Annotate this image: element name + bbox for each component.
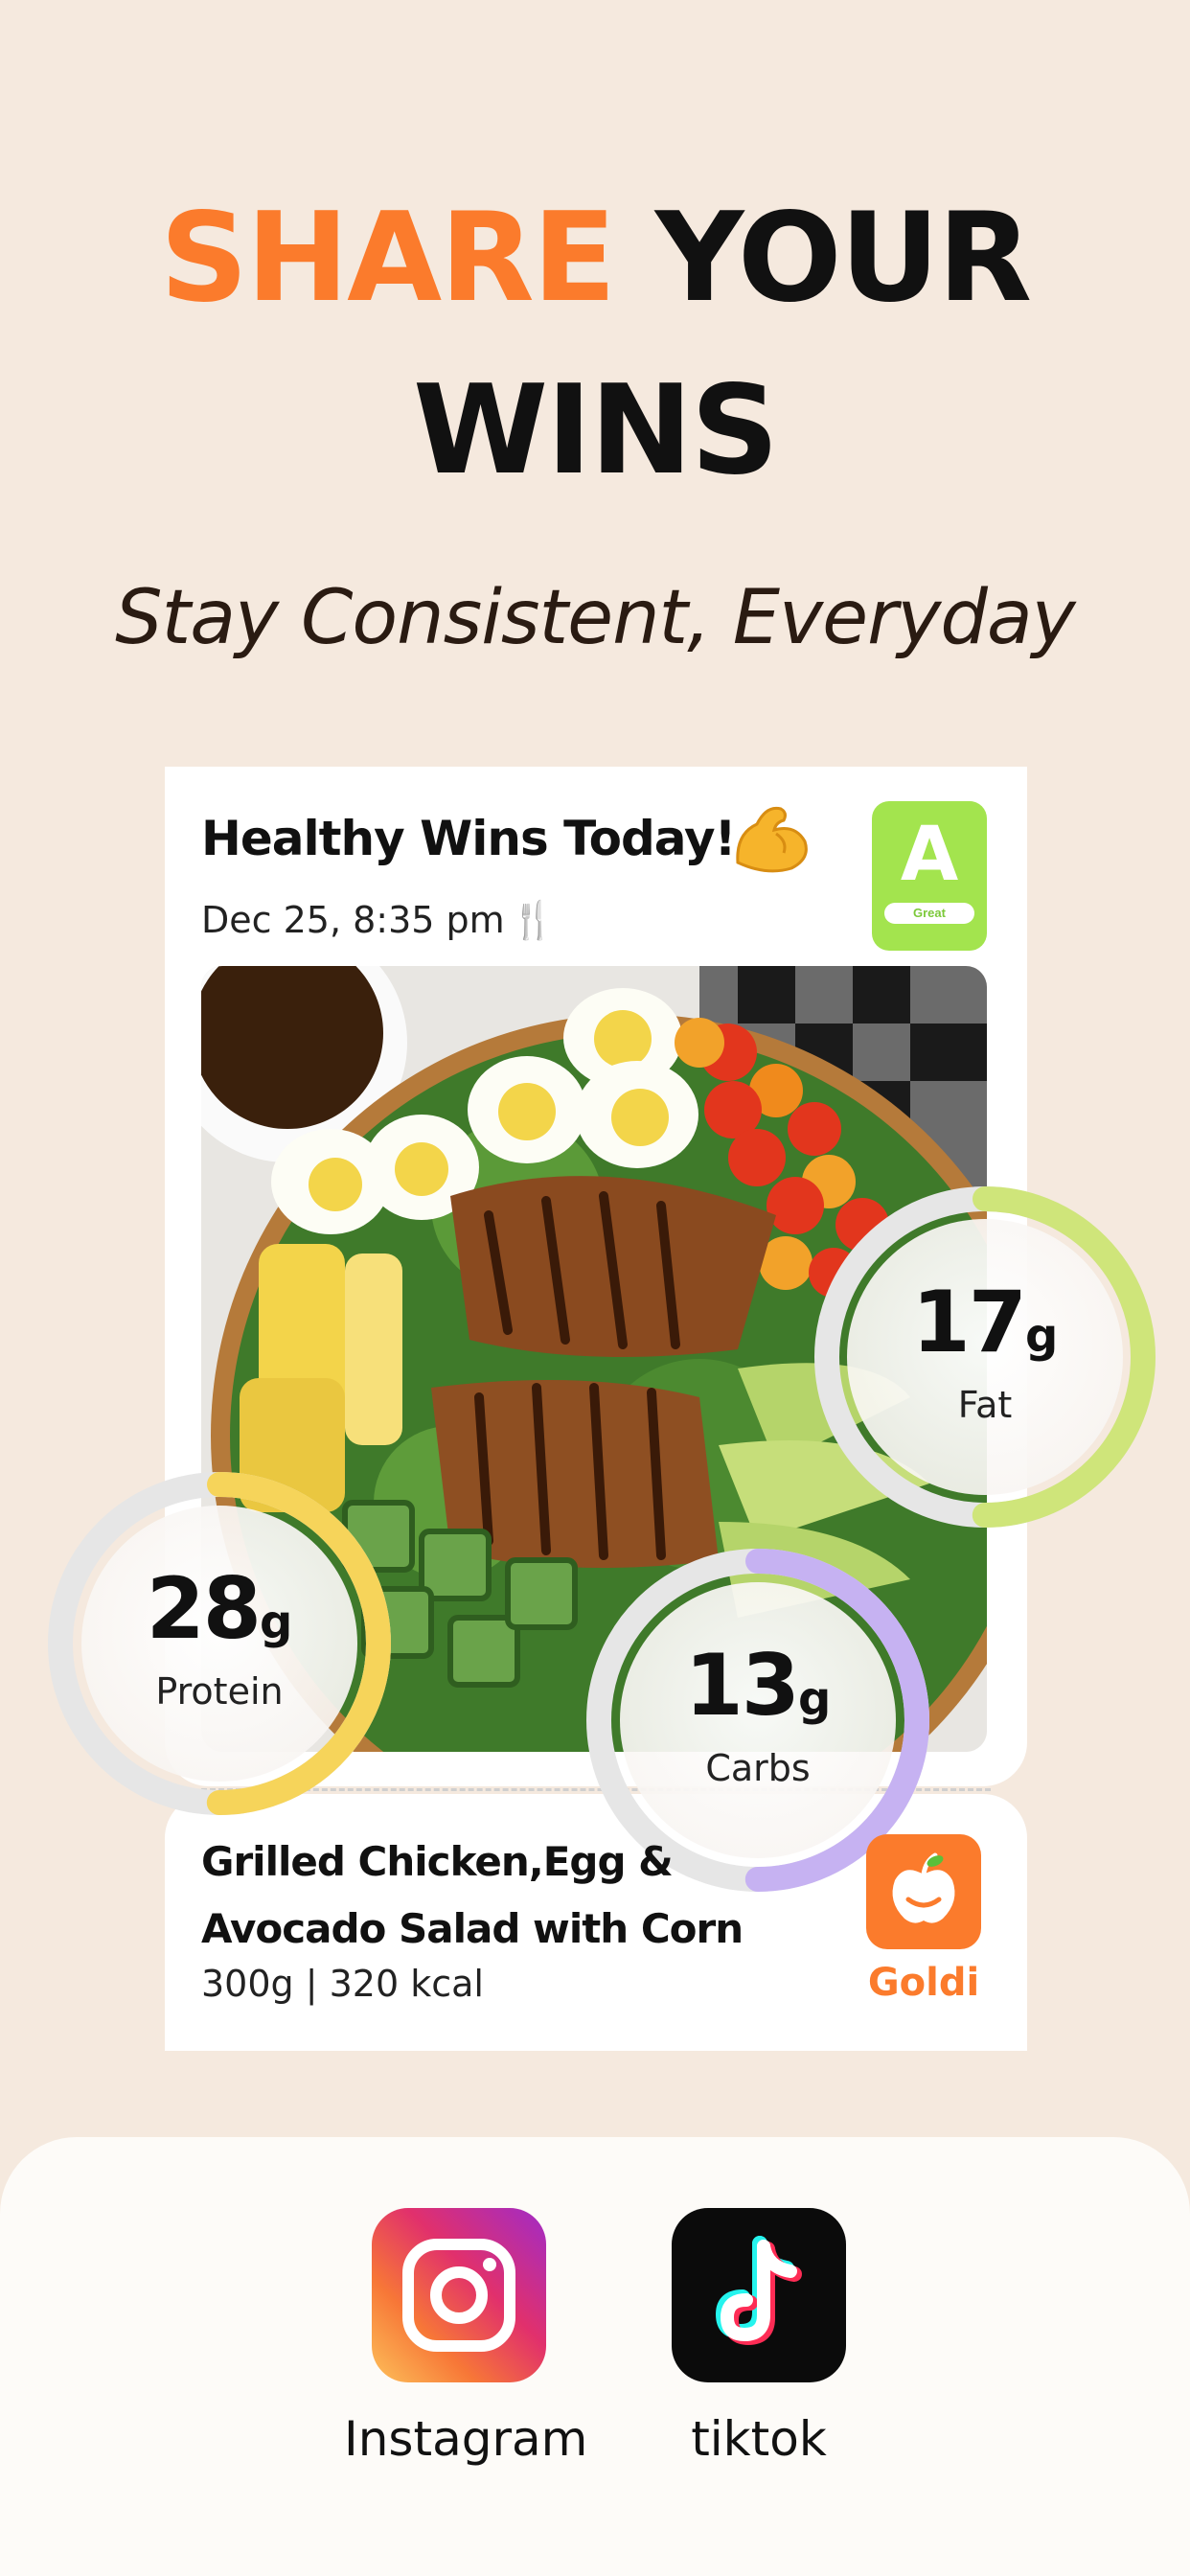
share-sheet: [0, 2137, 1190, 2576]
share-instagram[interactable]: Instagram: [344, 2208, 587, 2467]
fat-number: 17: [911, 1273, 1027, 1371]
fat-label: Fat: [957, 1384, 1013, 1426]
instagram-glyph: [402, 2239, 515, 2352]
carbs-unit: g: [798, 1672, 832, 1726]
instagram-icon[interactable]: [372, 2208, 546, 2382]
headline-accent: SHARE: [159, 187, 616, 330]
goldi-logo-icon: [866, 1834, 981, 1949]
protein-value: 28g: [81, 1506, 357, 1670]
instagram-label[interactable]: Instagram: [344, 2411, 587, 2467]
protein-unit: g: [260, 1596, 293, 1649]
protein-ring: 28g Protein: [46, 1470, 393, 1817]
apple-icon: [892, 1852, 955, 1923]
tiktok-icon[interactable]: [672, 2208, 846, 2382]
subtitle: Stay Consistent, Everyday: [115, 575, 1076, 661]
fat-ring-center: 17g Fat: [847, 1219, 1123, 1495]
protein-ring-center: 28g Protein: [81, 1506, 357, 1782]
tiktok-glyph: [715, 2236, 802, 2346]
meal-name-line-2: Avocado Salad with Corn: [201, 1905, 744, 1952]
grade-letter: A: [900, 812, 959, 898]
flexed-biceps-icon: [736, 806, 808, 873]
carbs-label: Carbs: [705, 1747, 811, 1789]
meal-name: Grilled Chicken,Egg & Avocado Salad with…: [201, 1828, 744, 1963]
card-date: Dec 25, 8:35 pm 🍴: [201, 899, 556, 942]
protein-number: 28: [146, 1559, 262, 1658]
card-title: Healthy Wins Today!: [201, 811, 736, 866]
grade-badge: A Great: [872, 801, 987, 951]
grade-label: Great: [884, 903, 974, 924]
protein-label: Protein: [155, 1670, 284, 1713]
fat-unit: g: [1025, 1309, 1059, 1363]
card-date-text: Dec 25, 8:35 pm: [201, 899, 505, 941]
fat-value: 17g: [847, 1219, 1123, 1384]
headline-rest: YOUR: [614, 187, 1032, 330]
headline-line-1: SHARE YOUR: [0, 192, 1190, 326]
carbs-number: 13: [684, 1636, 800, 1735]
headline-line-2: WINS: [412, 359, 779, 502]
carbs-value: 13g: [620, 1582, 896, 1747]
fork-knife-icon: 🍴: [510, 899, 557, 941]
share-tiktok[interactable]: tiktok: [644, 2208, 874, 2467]
fat-ring: 17g Fat: [812, 1184, 1157, 1530]
carbs-ring-center: 13g Carbs: [620, 1582, 896, 1858]
meal-name-line-1: Grilled Chicken,Egg &: [201, 1838, 674, 1885]
tiktok-label[interactable]: tiktok: [644, 2411, 874, 2467]
meal-meta: 300g | 320 kcal: [201, 1963, 484, 2005]
goldi-label: Goldi: [867, 1961, 980, 2005]
